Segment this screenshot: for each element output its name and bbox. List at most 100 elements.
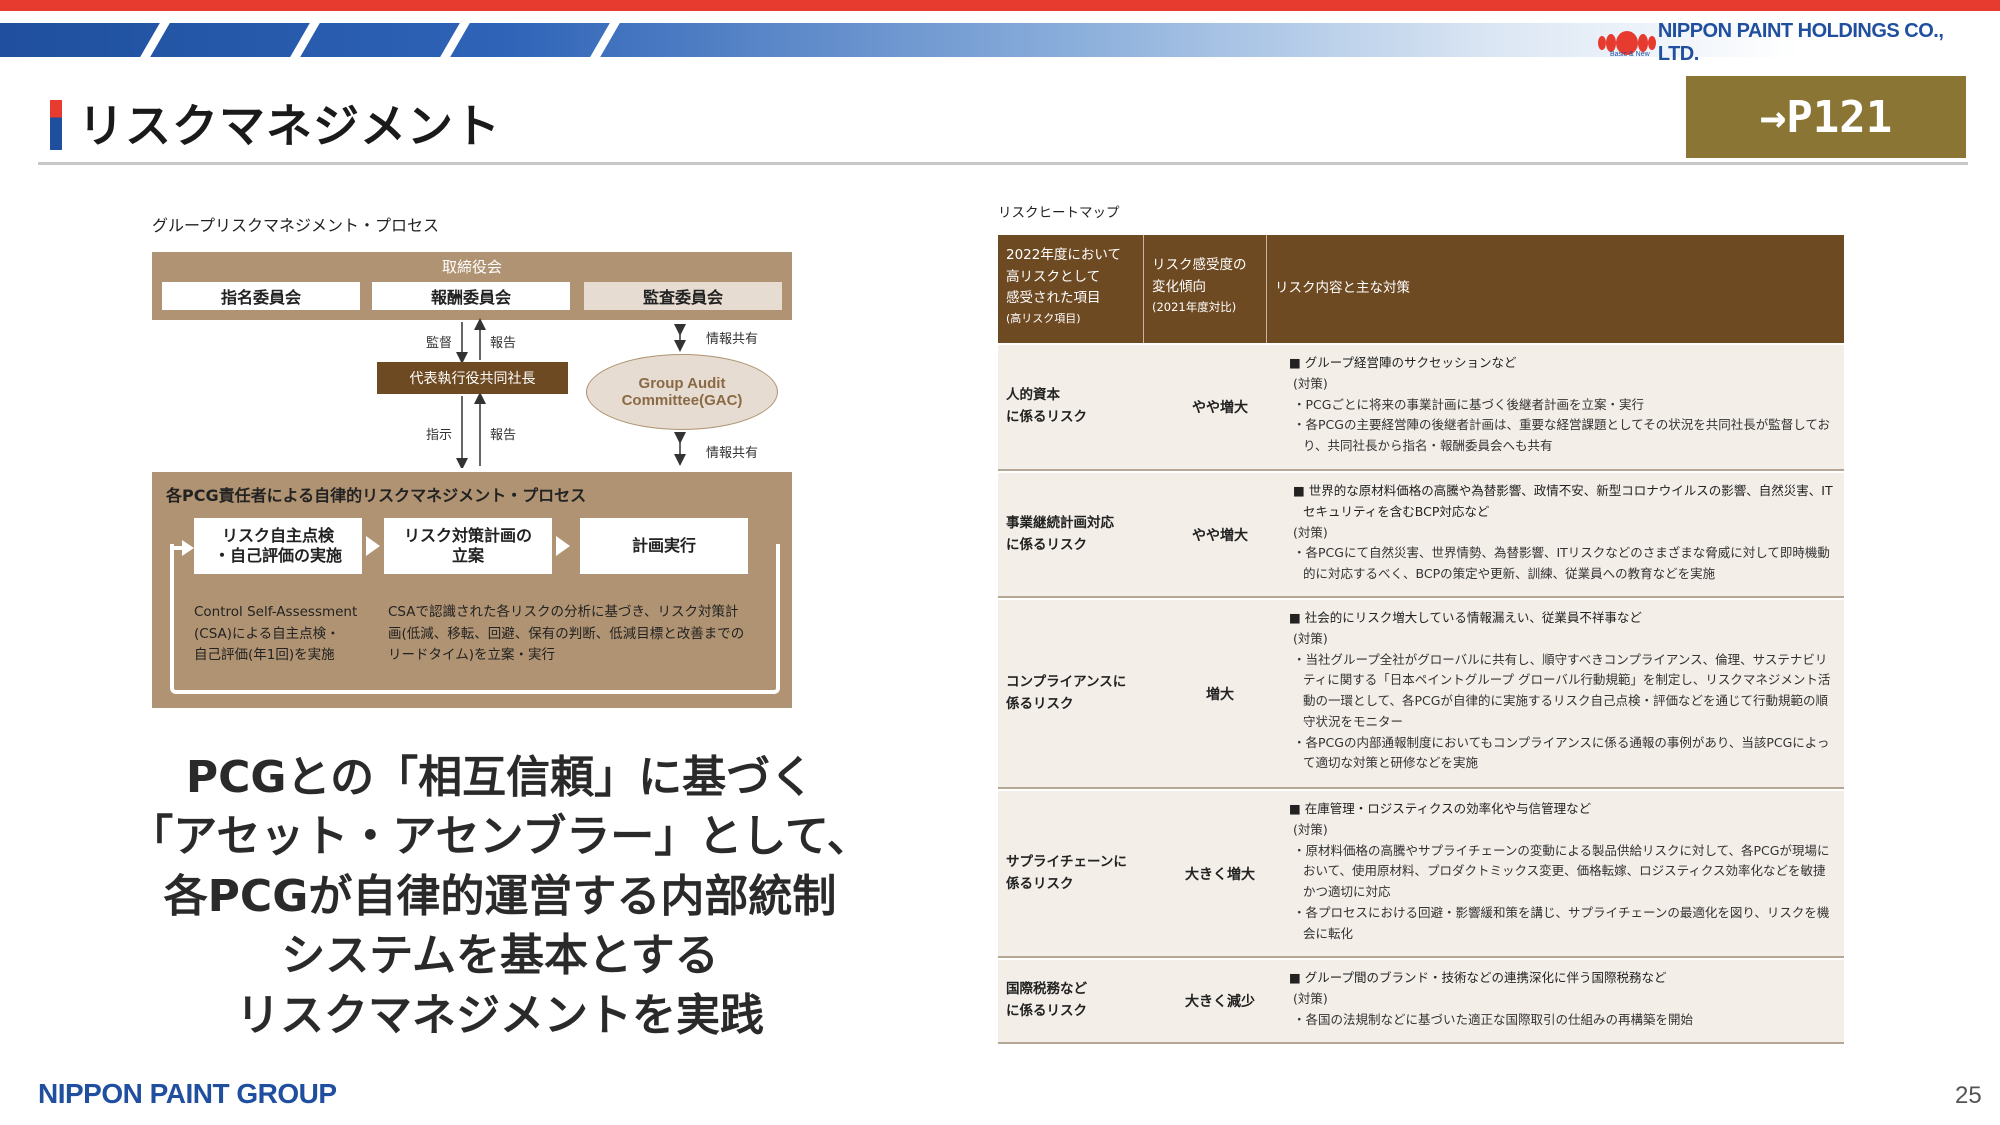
measure-bullet: ・各国の法規制などに基づいた適正な国際取引の仕組みの再構築を開始 bbox=[1293, 1011, 1694, 1027]
group-audit-committee-ellipse: Group Audit Committee(GAC) bbox=[586, 354, 778, 430]
risk-measures: ■ グループ間のブランド・技術などの連携深化に伴う国際税務など (対策) ・各国… bbox=[1281, 960, 1844, 1042]
risk-heading: ■ グループ間のブランド・技術などの連携深化に伴う国際税務など bbox=[1289, 970, 1667, 985]
measures-label: (対策) bbox=[1293, 630, 1328, 646]
audit-committee: 監査委員会 bbox=[584, 282, 782, 310]
step-arrow-icon bbox=[556, 536, 570, 556]
risk-item-line: 事業継続計画対応 bbox=[1006, 514, 1114, 531]
nomination-committee: 指名委員会 bbox=[162, 282, 360, 310]
label-info-share-2: 情報共有 bbox=[706, 446, 759, 461]
risk-item-line: に係るリスク bbox=[1006, 1003, 1087, 1019]
page-number: 25 bbox=[1955, 1082, 1982, 1109]
slogan-line: リスクマネジメントを実践 bbox=[236, 989, 764, 1041]
risk-item: 国際税務など に係るリスク bbox=[998, 960, 1159, 1042]
risk-item: サプライチェーンに 係るリスク bbox=[998, 791, 1159, 956]
slogan-line: 「アセット・アセンブラー」として、 bbox=[129, 811, 871, 863]
header-line: リスク感受度の bbox=[1152, 257, 1247, 273]
risk-measures: ■ 世界的な原材料価格の高騰や為替影響、政情不安、新型コロナウイルスの影響、自然… bbox=[1281, 473, 1844, 596]
board-label: 取締役会 bbox=[441, 258, 502, 276]
step-2-line-2: 立案 bbox=[451, 546, 484, 565]
title-divider bbox=[38, 162, 1968, 165]
label-info-share-1: 情報共有 bbox=[706, 332, 759, 347]
label-report-1: 報告 bbox=[490, 336, 517, 351]
desc-left-line: Control Self-Assessment bbox=[194, 604, 358, 620]
step-arrow-icon bbox=[366, 536, 380, 556]
header-col-item: 2022年度において 高リスクとして 感受された項目 (高リスク項目) bbox=[998, 235, 1144, 343]
header-line: 変化傾向 bbox=[1152, 278, 1206, 295]
risk-item: 事業継続計画対応 に係るリスク bbox=[998, 473, 1159, 596]
page-reference-badge: →P121 bbox=[1686, 76, 1966, 158]
step-plan-formulation: リスク対策計画の 立案 bbox=[384, 518, 552, 574]
measures-label: (対策) bbox=[1293, 524, 1328, 540]
diagram-title: グループリスクマネジメント・プロセス bbox=[152, 216, 440, 235]
step-3-line-1: 計画実行 bbox=[631, 536, 696, 555]
risk-item-line: コンプライアンスに bbox=[1006, 673, 1127, 690]
measure-bullet: ・各プロセスにおける回避・影響緩和策を講じ、サプライチェーンの最適化を図り、リス… bbox=[1293, 904, 1830, 941]
table-row: サプライチェーンに 係るリスク 大きく増大 ■ 在庫管理・ロジスティクスの効率化や… bbox=[998, 789, 1844, 958]
risk-trend: 大きく増大 bbox=[1185, 866, 1255, 883]
desc-self-assessment: Control Self-Assessment (CSA)による自主点検・ 自己… bbox=[194, 602, 357, 667]
measure-bullet: ・当社グループ全社がグローバルに共有し、順守すべきコンプライアンス、倫理、サステ… bbox=[1293, 651, 1831, 729]
risk-item: 人的資本に係るリスク bbox=[998, 345, 1159, 469]
risk-trend: 増大 bbox=[1206, 686, 1234, 703]
risk-heading: ■ グループ経営陣のサクセッションなど bbox=[1289, 355, 1517, 370]
risk-trend: やや増大 bbox=[1192, 400, 1248, 416]
company-tagline: Basic & New bbox=[1610, 51, 1650, 58]
risk-measures: ■ グループ経営陣のサクセッションなど (対策) ・PCGごとに将来の事業計画に… bbox=[1281, 345, 1844, 469]
step-1-line-1: リスク自主点検 bbox=[221, 526, 334, 545]
header-line: 感受された項目 bbox=[1006, 290, 1101, 307]
risk-item: コンプライアンスに 係るリスク bbox=[998, 600, 1159, 787]
step-1-line-2: ・自己評価の実施 bbox=[213, 546, 342, 565]
group-logo: NIPPON PAINT GROUP bbox=[38, 1078, 337, 1109]
risk-trend: やや増大 bbox=[1192, 527, 1248, 544]
company-logo: NIPPON PAINT HOLDINGS CO., LTD. bbox=[1598, 20, 1968, 65]
measures-label: (対策) bbox=[1293, 990, 1328, 1006]
table-row: 人的資本に係るリスク やや増大 ■ グループ経営陣のサクセッションなど (対策)… bbox=[998, 343, 1844, 471]
top-red-band bbox=[0, 0, 2000, 11]
risk-trend: 大きく減少 bbox=[1185, 994, 1255, 1010]
risk-measures: ■ 社会的にリスク増大している情報漏えい、従業員不祥事など (対策) ・当社グル… bbox=[1281, 600, 1844, 787]
header-line: 2022年度において bbox=[1006, 247, 1121, 263]
desc-left-line: (CSA)による自主点検・ bbox=[194, 625, 340, 642]
risk-item-line: に係るリスク bbox=[1006, 536, 1087, 553]
slogan-line: PCGとの「相互信頼」に基づく bbox=[185, 752, 815, 803]
loop-arrow-icon bbox=[170, 540, 194, 562]
risk-item-line: に係るリスク bbox=[1006, 409, 1087, 425]
risk-heatmap-table: 2022年度において 高リスクとして 感受された項目 (高リスク項目) リスク感… bbox=[998, 235, 1844, 1044]
label-report-2: 報告 bbox=[490, 428, 517, 443]
table-row: コンプライアンスに 係るリスク 増大 ■ 社会的にリスク増大している情報漏えい、従… bbox=[998, 598, 1844, 789]
risk-measures: ■ 在庫管理・ロジスティクスの効率化や与信管理など (対策) ・原材料価格の高騰… bbox=[1281, 791, 1844, 956]
step-2-line-1: リスク対策計画の bbox=[403, 526, 532, 545]
desc-right-line: 画(低減、移転、回避、保有の判断、低減目標と改善までの bbox=[388, 625, 745, 642]
header-line: (2021年度対比) bbox=[1152, 300, 1237, 315]
risk-item-line: 人的資本 bbox=[1006, 387, 1060, 404]
desc-plan: CSAで認識された各リスクの分析に基づき、リスク対策計 画(低減、移転、回避、保… bbox=[388, 602, 744, 667]
pcg-process-title: 各PCG責任者による自律的リスクマネジメント・プロセス bbox=[166, 486, 587, 505]
title-accent-bar bbox=[50, 100, 62, 150]
risk-item-line: 係るリスク bbox=[1006, 695, 1074, 712]
step-plan-execution: 計画実行 bbox=[580, 518, 748, 574]
measure-bullet: ・原材料価格の高騰やサプライチェーンの変動による製品供給リスクに対して、各PCG… bbox=[1293, 842, 1830, 900]
risk-item-line: サプライチェーンに bbox=[1006, 853, 1127, 870]
label-supervise: 監督 bbox=[426, 336, 453, 351]
table-header: 2022年度において 高リスクとして 感受された項目 (高リスク項目) リスク感… bbox=[998, 235, 1844, 343]
risk-item-line: 国際税務など bbox=[1006, 981, 1087, 998]
slogan-line: 各PCGが自律的運営する内部統制 bbox=[163, 870, 837, 922]
header-col-trend: リスク感受度の 変化傾向 (2021年度対比) bbox=[1144, 235, 1267, 343]
measures-label: (対策) bbox=[1293, 375, 1328, 391]
measure-bullet: ・各PCGにて自然災害、世界情勢、為替影響、ITリスクなどのさまざまな脅威に対し… bbox=[1293, 545, 1830, 581]
desc-left-line: 自己評価(年1回)を実施 bbox=[194, 647, 335, 664]
company-name: NIPPON PAINT HOLDINGS CO., LTD. bbox=[1657, 20, 1944, 65]
gac-line-1: Group Audit bbox=[638, 374, 726, 392]
board-of-directors-box: 取締役会 指名委員会 報酬委員会 監査委員会 bbox=[152, 252, 792, 320]
risk-heading: ■ 世界的な原材料価格の高騰や為替影響、政情不安、新型コロナウイルスの影響、自然… bbox=[1293, 483, 1833, 519]
header-line: (高リスク項目) bbox=[1006, 311, 1081, 325]
step-self-assessment: リスク自主点検 ・自己評価の実施 bbox=[194, 518, 362, 574]
header-line: 高リスクとして bbox=[1006, 268, 1101, 285]
desc-right-line: リードタイム)を立案・実行 bbox=[388, 647, 555, 664]
heatmap-title: リスクヒートマップ bbox=[998, 205, 1120, 221]
slogan: PCGとの「相互信頼」に基づく 「アセット・アセンブラー」として、 各PCGが自… bbox=[110, 748, 890, 1045]
measure-bullet: ・各PCGの主要経営陣の後継者計画は、重要な経営課題としてその状況を共同社長が監… bbox=[1293, 417, 1830, 453]
measure-bullet: ・各PCGの内部通報制度においてもコンプライアンスに係る通報の事例があり、当該P… bbox=[1293, 734, 1830, 771]
header-col-measures: リスク内容と主な対策 bbox=[1275, 280, 1410, 297]
risk-item-line: 係るリスク bbox=[1006, 875, 1074, 892]
